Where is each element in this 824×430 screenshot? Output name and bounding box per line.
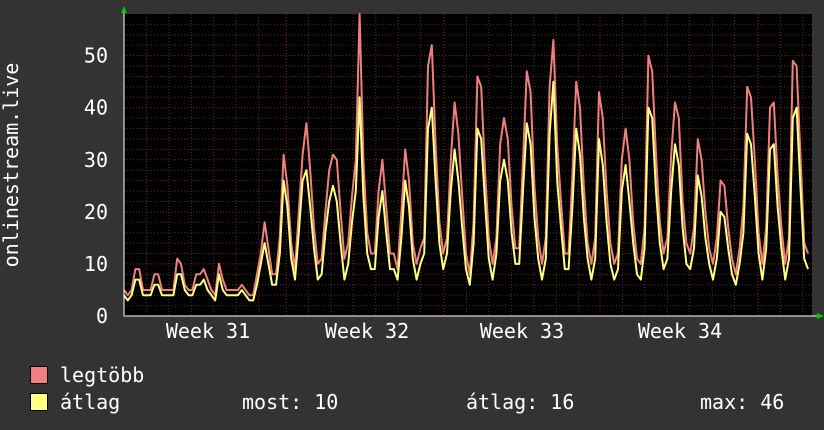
y-tick-label: 20 [84,200,108,224]
stat-max: max: 46 [700,390,785,414]
y-tick-label: 0 [96,304,108,328]
y-tick-label: 10 [84,252,108,276]
legend-swatch-atlag [30,393,48,411]
y-tick-label: 30 [84,148,108,172]
y-tick-label: 40 [84,96,108,120]
legend-swatch-legtobb [30,366,48,384]
x-tick-label: Week 33 [480,319,564,343]
y-axis-label: onlinestream.live [0,63,23,268]
legend-label-legtobb: legtöbb [60,363,145,387]
x-tick-label: Week 31 [166,319,250,343]
x-axis-arrow [817,313,824,319]
x-tick-label: Week 32 [325,319,409,343]
y-axis-arrow [121,6,127,13]
stat-most: most: 10 [242,390,339,414]
legend-label-atlag: átlag [60,390,121,414]
x-tick-label: Week 34 [638,319,722,343]
plot-area [124,14,812,316]
stat-atlag: átlag: 16 [466,390,575,414]
y-tick-label: 50 [84,44,108,68]
